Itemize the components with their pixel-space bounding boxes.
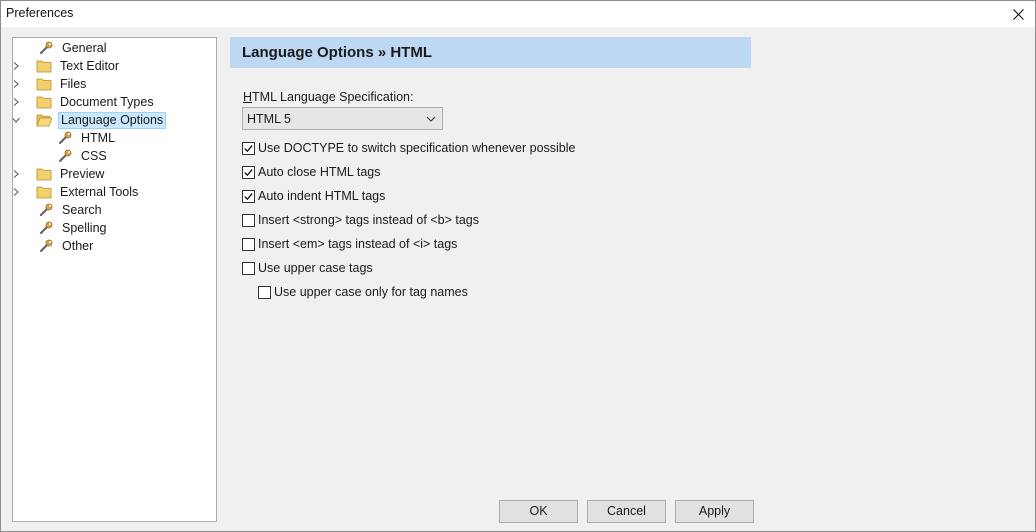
tree-item-language-options[interactable]: Language Options: [13, 111, 167, 129]
tree-item-label: HTML: [81, 130, 116, 145]
tree-item-label: General: [62, 40, 107, 55]
tree-item-label: Preview: [60, 166, 105, 181]
option-label: Insert <em> tags instead of <i> tags: [258, 237, 458, 251]
chevron-right-icon[interactable]: [13, 75, 22, 93]
chevron-down-icon[interactable]: [13, 111, 22, 129]
close-button[interactable]: [1001, 1, 1035, 27]
option-label: Insert <strong> tags instead of <b> tags: [258, 213, 479, 227]
checkbox[interactable]: [242, 213, 255, 227]
spec-select[interactable]: HTML 5: [242, 107, 443, 130]
tree-item-text-editor[interactable]: Text Editor: [13, 57, 121, 75]
option-auto-indent[interactable]: Auto indent HTML tags: [242, 188, 385, 204]
option-label: Use upper case only for tag names: [274, 285, 468, 299]
tree-item-preview[interactable]: Preview: [13, 165, 106, 183]
tree-item-label: CSS: [81, 148, 107, 163]
preferences-window: Preferences General Text Editor Files Do…: [0, 0, 1036, 532]
option-label: Use DOCTYPE to switch specification when…: [258, 141, 576, 155]
folder-icon: [36, 60, 52, 73]
tree-item-general[interactable]: General: [38, 39, 108, 57]
panel-header: Language Options » HTML: [230, 37, 751, 68]
tree-item-label: Document Types: [60, 94, 154, 109]
checkbox[interactable]: [258, 285, 271, 299]
close-icon: [1012, 8, 1024, 20]
checkmark-icon: [244, 168, 253, 176]
folder-icon: [36, 78, 52, 91]
wrench-icon: [39, 41, 53, 55]
tree-item-css[interactable]: CSS: [57, 147, 109, 165]
wrench-icon: [58, 149, 72, 163]
spec-label-mnemonic: H: [243, 90, 253, 104]
cancel-button[interactable]: Cancel: [587, 500, 666, 523]
checkbox[interactable]: [242, 165, 255, 179]
tree-item-document-types[interactable]: Document Types: [13, 93, 156, 111]
wrench-icon: [39, 203, 53, 217]
tree-item-search[interactable]: Search: [38, 201, 104, 219]
option-label: Auto indent HTML tags: [258, 189, 386, 203]
checkbox[interactable]: [242, 189, 255, 203]
chevron-right-icon[interactable]: [13, 183, 22, 201]
option-auto-close[interactable]: Auto close HTML tags: [242, 164, 381, 180]
spec-label: HTML Language Specification:: [243, 90, 413, 104]
window-title: Preferences: [6, 6, 74, 20]
option-upper-case[interactable]: Use upper case tags: [242, 260, 373, 276]
checkmark-icon: [244, 144, 253, 152]
option-strong-tags[interactable]: Insert <strong> tags instead of <b> tags: [242, 212, 479, 228]
tree-item-external-tools[interactable]: External Tools: [13, 183, 140, 201]
tree-item-label: Other: [62, 238, 94, 253]
panel-title: Language Options » HTML: [242, 44, 432, 61]
tree-item-label: Text Editor: [60, 58, 120, 73]
option-upper-case-tag-names[interactable]: Use upper case only for tag names: [258, 284, 468, 300]
chevron-down-icon: [426, 116, 436, 122]
tree-item-label: External Tools: [60, 184, 139, 199]
ok-button[interactable]: OK: [499, 500, 578, 523]
wrench-icon: [39, 221, 53, 235]
spec-label-text: TML Language Specification:: [252, 90, 414, 104]
tree-item-label: Language Options: [58, 111, 167, 129]
option-em-tags[interactable]: Insert <em> tags instead of <i> tags: [242, 236, 457, 252]
folder-icon: [36, 168, 52, 181]
spec-select-value: HTML 5: [247, 112, 291, 126]
checkbox[interactable]: [242, 141, 255, 155]
tree-item-files[interactable]: Files: [13, 75, 88, 93]
tree-item-label: Files: [60, 76, 87, 91]
tree-item-label: Spelling: [62, 220, 107, 235]
folder-icon: [36, 96, 52, 109]
checkmark-icon: [244, 192, 253, 200]
tree-item-spelling[interactable]: Spelling: [38, 219, 108, 237]
chevron-right-icon[interactable]: [13, 165, 22, 183]
checkbox[interactable]: [242, 261, 255, 275]
checkbox[interactable]: [242, 237, 255, 251]
folder-icon: [36, 186, 52, 199]
title-bar: Preferences: [1, 1, 1035, 27]
tree-item-other[interactable]: Other: [38, 237, 95, 255]
option-label: Use upper case tags: [258, 261, 373, 275]
tree-item-html[interactable]: HTML: [57, 129, 117, 147]
chevron-right-icon[interactable]: [13, 57, 22, 75]
chevron-right-icon[interactable]: [13, 93, 22, 111]
option-use-doctype[interactable]: Use DOCTYPE to switch specification when…: [242, 140, 576, 156]
wrench-icon: [58, 131, 72, 145]
apply-button[interactable]: Apply: [675, 500, 754, 523]
folder-open-icon: [36, 114, 52, 127]
preferences-tree: General Text Editor Files Document Types…: [12, 37, 217, 522]
tree-item-label: Search: [62, 202, 102, 217]
wrench-icon: [39, 239, 53, 253]
option-label: Auto close HTML tags: [258, 165, 381, 179]
